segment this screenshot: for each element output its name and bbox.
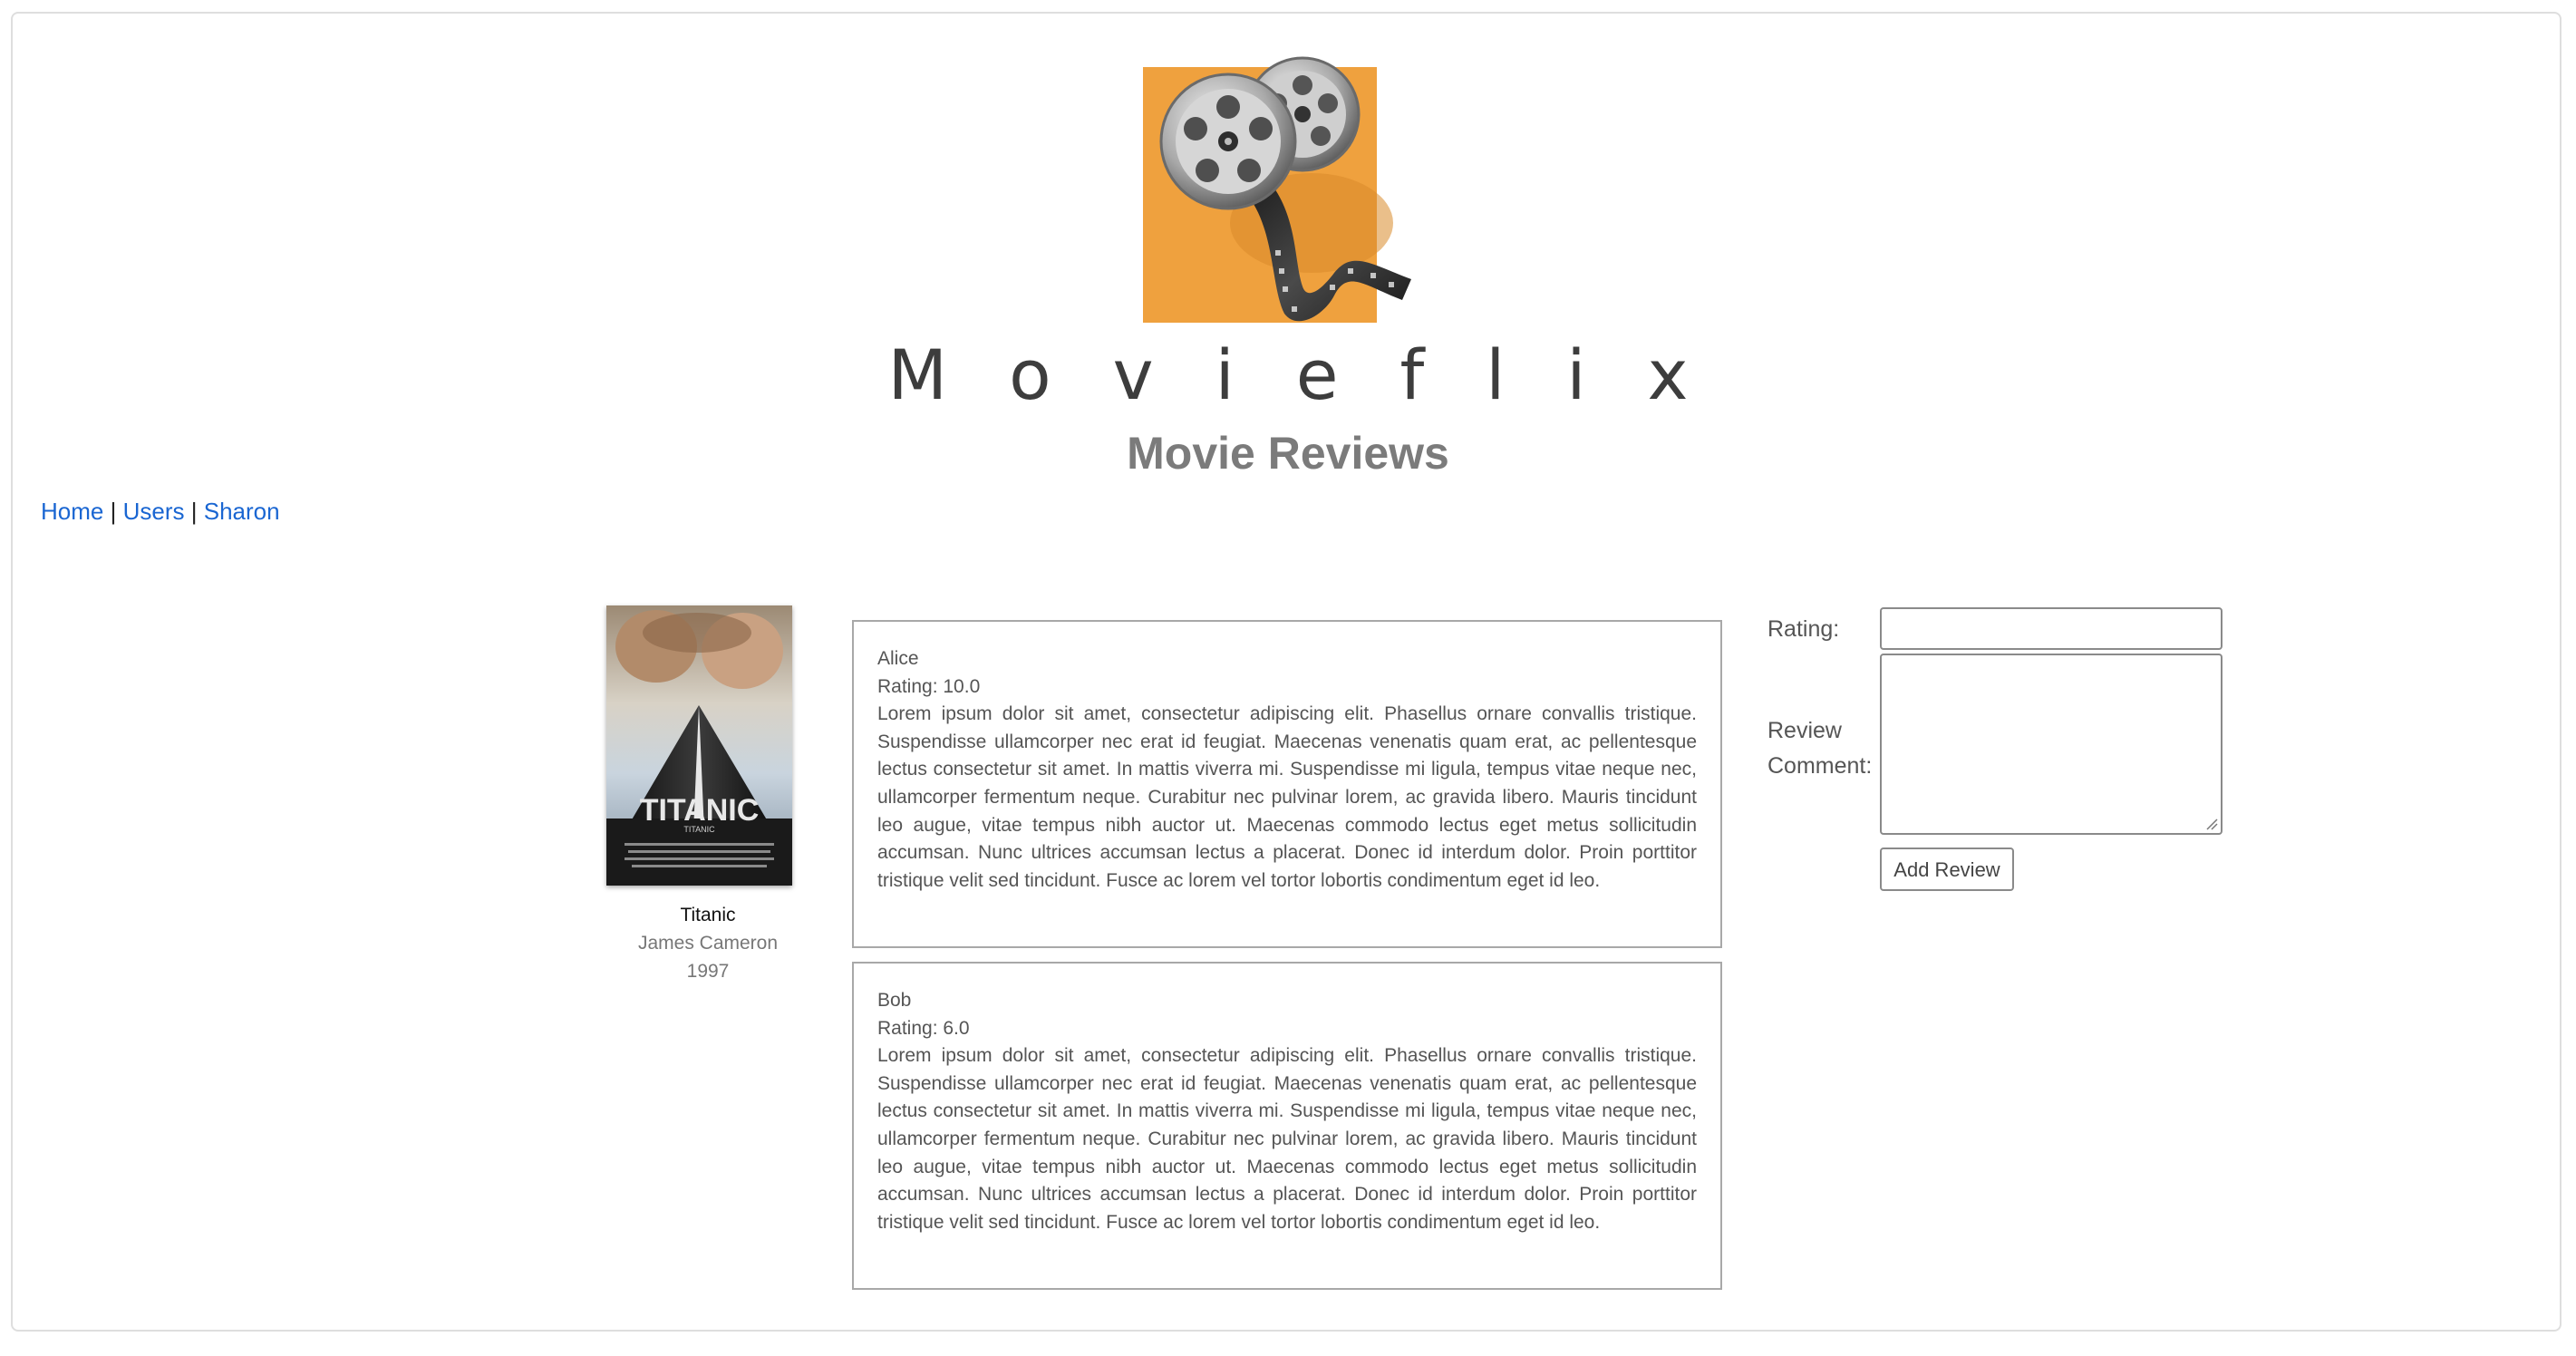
- review-text: Lorem ipsum dolor sit amet, consectetur …: [877, 703, 1697, 891]
- nav-link-users[interactable]: Users: [123, 498, 185, 525]
- review-text: Lorem ipsum dolor sit amet, consectetur …: [877, 1045, 1697, 1233]
- brand-title: Movieflix: [887, 334, 1750, 415]
- review-rating: Rating: 6.0: [877, 1017, 970, 1039]
- movie-title: Titanic: [680, 905, 736, 925]
- nav-separator: |: [190, 498, 198, 525]
- rating-input[interactable]: [1880, 607, 2223, 650]
- comment-label-line1: Review: [1767, 718, 1842, 743]
- page-title: Movie Reviews: [1127, 428, 1449, 479]
- add-review-button[interactable]: Add Review: [1880, 848, 2014, 891]
- nav-link-home[interactable]: Home: [41, 498, 103, 525]
- movie-year: 1997: [686, 961, 730, 982]
- poster-title-text: TITANIC: [640, 793, 760, 828]
- movie-info: Titanic James Cameron 1997: [579, 901, 837, 985]
- movie-director: James Cameron: [637, 933, 779, 954]
- review-author: Bob: [877, 990, 912, 1011]
- nav-separator: |: [110, 498, 117, 525]
- movie-poster-image: TITANIC TITANIC: [606, 605, 792, 886]
- film-reel-icon: [1143, 56, 1411, 323]
- review-comment-textarea[interactable]: [1880, 654, 2223, 835]
- rating-label: Rating:: [1767, 616, 1840, 642]
- review-card: Alice Rating: 10.0 Lorem ipsum dolor sit…: [852, 620, 1722, 948]
- comment-label-line2: Comment:: [1767, 753, 1873, 779]
- nav-link-sharon[interactable]: Sharon: [204, 498, 280, 525]
- review-rating: Rating: 10.0: [877, 675, 981, 697]
- breadcrumb: Home | Users | Sharon: [41, 493, 280, 529]
- review-author: Alice: [877, 648, 919, 669]
- resize-handle-icon[interactable]: [2205, 818, 2218, 830]
- review-card: Bob Rating: 6.0 Lorem ipsum dolor sit am…: [852, 962, 1722, 1290]
